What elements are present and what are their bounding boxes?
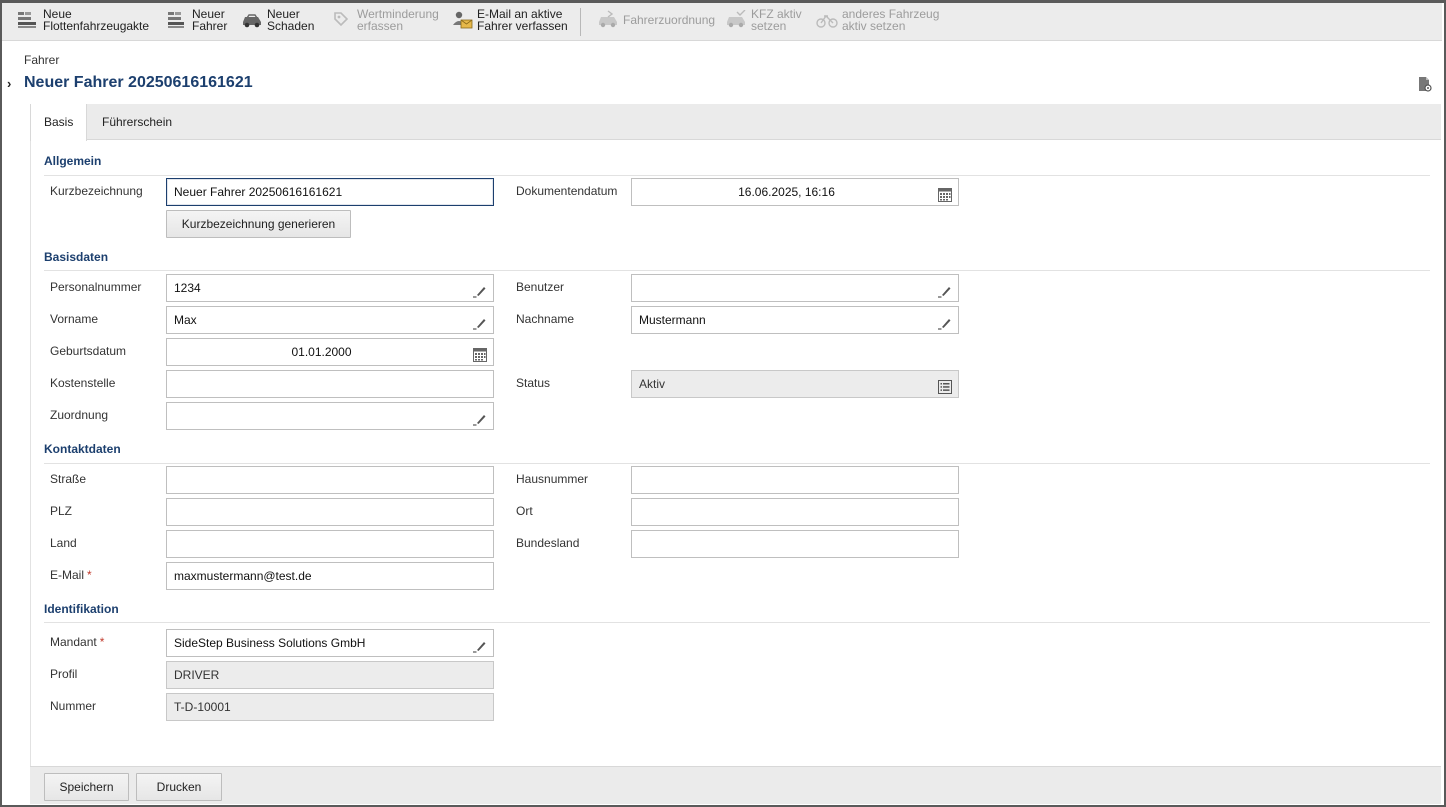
zuordnung-label: Zuordnung [50, 408, 109, 422]
car-damage-icon [240, 10, 262, 30]
driver-assignment-icon [596, 10, 618, 30]
email-drivers-icon [450, 10, 473, 30]
geburtsdatum-input[interactable]: 01.01.2000 [166, 338, 494, 366]
edit-pencil-icon[interactable] [938, 313, 952, 330]
calendar-icon[interactable] [473, 345, 487, 362]
save-button[interactable]: Speichern [44, 773, 129, 801]
hausnummer-input[interactable] [631, 466, 959, 494]
geburtsdatum-label: Geburtsdatum [50, 344, 127, 358]
zuordnung-input[interactable] [166, 402, 494, 430]
toolbar-separator [580, 8, 581, 36]
section-identifikation: Identifikation [44, 602, 119, 616]
plz-input[interactable] [166, 498, 494, 526]
kurzbezeichnung-input[interactable]: Neuer Fahrer 20250616161621 [166, 178, 494, 206]
driver-assignment-button[interactable]: Fahrerzuordnung [596, 6, 715, 38]
tab-basis[interactable]: Basis [30, 104, 88, 141]
car-active-icon [724, 9, 746, 30]
new-damage-button[interactable]: Neuer Schaden [240, 6, 314, 38]
profil-field: DRIVER [166, 661, 494, 689]
divider [44, 270, 1430, 271]
fleet-file-icon [16, 10, 38, 30]
mandant-input[interactable]: SideStep Business Solutions GmbH [166, 629, 494, 657]
nachname-label: Nachname [516, 312, 575, 326]
edit-pencil-icon[interactable] [473, 281, 487, 298]
toolbar: Neue Flottenfahrzeugakte Neuer Fahrer Neue… [2, 3, 1442, 41]
required-marker: * [99, 635, 105, 649]
divider [44, 463, 1430, 464]
document-settings-icon[interactable] [1418, 76, 1432, 92]
nummer-field: T-D-10001 [166, 693, 494, 721]
divider [44, 622, 1430, 623]
print-button[interactable]: Drucken [136, 773, 222, 801]
new-driver-icon [165, 10, 187, 30]
email-label: E-Mail * [50, 568, 92, 582]
kostenstelle-label: Kostenstelle [50, 376, 116, 390]
footer-bar [30, 766, 1441, 804]
dokumentendatum-input[interactable]: 16.06.2025, 16:16 [631, 178, 959, 206]
bundesland-label: Bundesland [516, 536, 580, 550]
set-car-active-button[interactable]: KFZ aktiv setzen [724, 6, 802, 38]
benutzer-input[interactable] [631, 274, 959, 302]
vorname-label: Vorname [50, 312, 99, 326]
vorname-input[interactable]: Max [166, 306, 494, 334]
section-allgemein: Allgemein [44, 154, 102, 168]
email-input[interactable]: maxmustermann@test.de [166, 562, 494, 590]
dokumentendatum-label: Dokumentendatum [516, 184, 618, 198]
tab-fuehrerschein[interactable]: Führerschein [89, 104, 185, 140]
edit-pencil-icon[interactable] [473, 636, 487, 653]
land-label: Land [50, 536, 77, 550]
email-active-drivers-button[interactable]: E-Mail an aktive Fahrer verfassen [450, 6, 568, 38]
list-icon[interactable] [938, 377, 952, 394]
other-vehicle-icon [815, 10, 838, 30]
new-driver-button[interactable]: Neuer Fahrer [165, 6, 227, 38]
land-input[interactable] [166, 530, 494, 558]
section-basisdaten: Basisdaten [44, 250, 109, 264]
page-title: Neuer Fahrer 20250616161621 [24, 74, 253, 91]
section-kontaktdaten: Kontaktdaten [44, 442, 121, 456]
depreciation-button[interactable]: Wertminderung erfassen [330, 6, 439, 38]
ort-input[interactable] [631, 498, 959, 526]
calendar-icon[interactable] [938, 185, 952, 202]
required-marker: * [87, 568, 92, 582]
kostenstelle-input[interactable] [166, 370, 494, 398]
ort-label: Ort [516, 504, 533, 518]
bundesland-input[interactable] [631, 530, 959, 558]
plz-label: PLZ [50, 504, 73, 518]
depreciation-icon [330, 10, 352, 30]
personalnummer-input[interactable]: 1234 [166, 274, 494, 302]
profil-label: Profil [50, 667, 78, 681]
breadcrumb[interactable]: Fahrer [24, 53, 59, 67]
new-fleet-file-button[interactable]: Neue Flottenfahrzeugakte [16, 6, 149, 38]
edit-pencil-icon[interactable] [473, 313, 487, 330]
benutzer-label: Benutzer [516, 280, 565, 294]
strasse-input[interactable] [166, 466, 494, 494]
strasse-label: Straße [50, 472, 87, 486]
mandant-label: Mandant * [50, 635, 105, 649]
edit-pencil-icon[interactable] [938, 281, 952, 298]
divider [44, 175, 1430, 176]
personalnummer-label: Personalnummer [50, 280, 142, 294]
status-label: Status [516, 376, 551, 390]
nummer-label: Nummer [50, 699, 97, 713]
set-other-vehicle-active-button[interactable]: anderes Fahrzeug aktiv setzen [815, 6, 939, 38]
nachname-input[interactable]: Mustermann [631, 306, 959, 334]
tab-bar [30, 104, 1441, 140]
kurzbezeichnung-label: Kurzbezeichnung [50, 184, 143, 198]
edit-pencil-icon[interactable] [473, 409, 487, 426]
status-select[interactable]: Aktiv [631, 370, 959, 398]
hausnummer-label: Hausnummer [516, 472, 589, 486]
expand-chevron-icon[interactable]: › [7, 76, 11, 91]
generate-kurzbezeichnung-button[interactable]: Kurzbezeichnung generieren [166, 210, 351, 238]
